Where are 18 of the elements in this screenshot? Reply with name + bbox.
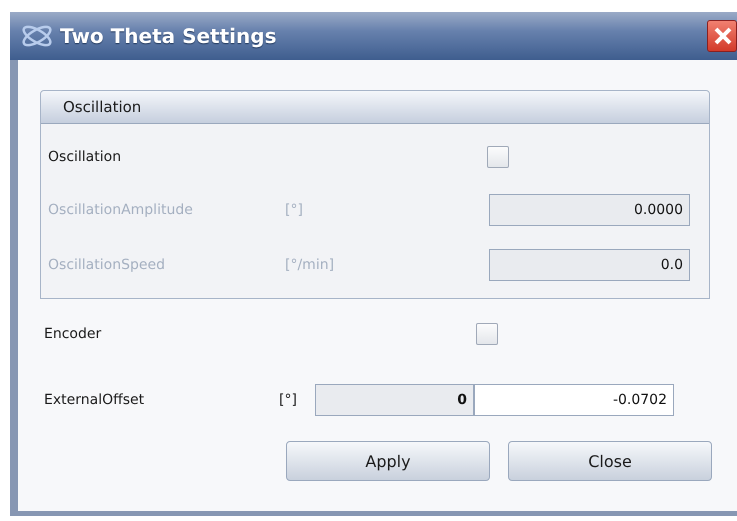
field-label: OscillationSpeed xyxy=(48,256,165,272)
unit-label: [°/min] xyxy=(285,256,334,272)
close-button[interactable] xyxy=(707,20,737,52)
window-title: Two Theta Settings xyxy=(60,24,276,48)
dialog-button[interactable]: Apply xyxy=(286,441,490,481)
unit-label: [°] xyxy=(279,392,298,408)
field-label: Oscillation xyxy=(48,149,122,165)
close-icon xyxy=(714,27,732,45)
checkbox[interactable] xyxy=(487,146,509,168)
group-header: Oscillation xyxy=(41,91,709,124)
encoder-label: Encoder xyxy=(44,326,102,342)
offset-label: ExternalOffset xyxy=(44,392,146,408)
offset-field[interactable]: -0.0702 xyxy=(474,384,674,416)
field-label: OscillationAmplitude xyxy=(48,202,193,218)
dialog-button[interactable]: Close xyxy=(508,441,712,481)
unit-label: [°] xyxy=(285,202,303,218)
readout-field[interactable]: 0 xyxy=(315,384,474,416)
checkbox[interactable] xyxy=(476,323,498,345)
